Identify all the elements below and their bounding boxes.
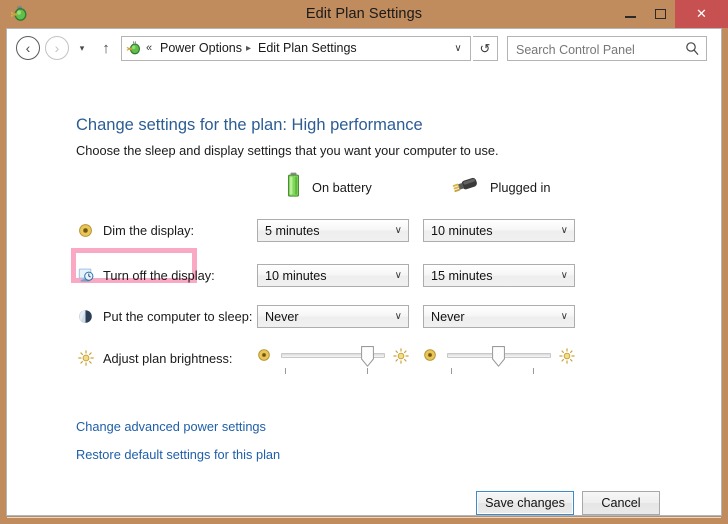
chevron-down-icon: ∨ [560,225,568,236]
row-text-adjust-plan-brightness: Adjust plan brightness: [103,351,233,366]
row-label-put-the-computer-to-sleep: Put the computer to sleep: [77,305,252,327]
chevron-down-icon: ∨ [560,311,568,322]
brightness-sun-icon [77,350,94,367]
sleep-moon-icon [77,308,94,325]
address-power-options-icon [126,40,143,57]
slider-brightness-on-battery[interactable] [257,342,409,376]
dropdown-value-sleep-on-battery: Never [265,309,299,324]
recent-locations-button[interactable]: ▾ [73,36,91,60]
content-area: Change settings for the plan: High perfo… [7,67,721,518]
dropdown-value-dim-display-on-battery: 5 minutes [265,223,320,238]
forward-button[interactable]: › [45,36,69,60]
chevron-down-icon: ∨ [560,270,568,281]
minimize-button[interactable] [615,0,645,28]
column-header-plugged-in: Plugged in [450,173,550,201]
slider-thumb-plugged-in[interactable] [492,346,505,367]
row-label-adjust-plan-brightness: Adjust plan brightness: [77,347,232,369]
page-title: Change settings for the plan: High perfo… [76,116,423,134]
dropdown-dim-display-plugged-in[interactable]: 10 minutes ∨ [423,219,575,242]
column-label-plugged-in: Plugged in [490,179,551,195]
maximize-button[interactable] [645,0,675,28]
column-label-on-battery: On battery [312,179,372,195]
link-restore-default-settings[interactable]: Restore default settings for this plan [76,447,280,462]
row-text-put-the-computer-to-sleep: Put the computer to sleep: [103,309,253,324]
column-header-on-battery: On battery [285,172,372,203]
back-arrow-icon: ‹ [25,39,31,56]
search-box[interactable] [507,36,707,62]
dim-display-icon [77,222,94,239]
row-label-turn-off-the-display: Turn off the display: [77,264,215,286]
dropdown-turn-off-display-on-battery[interactable]: 10 minutes ∨ [257,264,409,287]
monitor-clock-icon [77,267,94,284]
footer-separator [7,517,721,518]
battery-icon [285,172,302,203]
brightness-high-icon [559,348,575,364]
dropdown-dim-display-on-battery[interactable]: 5 minutes ∨ [257,219,409,242]
row-text-turn-off-the-display: Turn off the display: [103,268,215,283]
title-bar: Edit Plan Settings ✕ [0,0,728,28]
navigation-bar: ‹ › ▾ ↑ « Power Options ▸ Edit Plan Sett… [7,29,721,67]
chevron-down-icon: ∨ [394,270,402,281]
breadcrumb-separator-icon: ▸ [246,43,252,54]
client-area: ‹ › ▾ ↑ « Power Options ▸ Edit Plan Sett… [6,28,722,518]
page-subtitle: Choose the sleep and display settings th… [76,143,499,158]
dropdown-value-sleep-plugged-in: Never [431,309,465,324]
maximize-icon [645,0,675,28]
brightness-high-icon [393,348,409,364]
breadcrumb-power-options[interactable]: Power Options [160,37,242,60]
slider-tick [367,368,368,374]
breadcrumb-edit-plan-settings[interactable]: Edit Plan Settings [258,37,357,60]
slider-tick [285,368,286,374]
row-label-dim-the-display: Dim the display: [77,219,194,241]
dropdown-turn-off-display-plugged-in[interactable]: 15 minutes ∨ [423,264,575,287]
back-button[interactable]: ‹ [16,36,40,60]
search-icon [685,41,700,56]
refresh-button[interactable]: ↺ [473,36,498,61]
brightness-low-icon [423,348,439,364]
search-input[interactable] [514,37,683,62]
chevron-down-icon: ∨ [394,225,402,236]
dropdown-sleep-on-battery[interactable]: Never ∨ [257,305,409,328]
address-leading-chevrons: « [146,42,153,54]
slider-thumb-on-battery[interactable] [361,346,374,367]
address-bar[interactable]: « Power Options ▸ Edit Plan Settings ∨ [121,36,471,61]
forward-arrow-icon: › [54,39,60,56]
row-text-dim-the-display: Dim the display: [103,223,195,238]
edit-plan-settings-window: Edit Plan Settings ✕ ‹ › ▾ ↑ « Power Opt… [0,0,728,524]
close-icon: ✕ [696,6,707,21]
slider-tick [451,368,452,374]
chevron-down-icon: ∨ [394,311,402,322]
dropdown-value-dim-display-plugged-in: 10 minutes [431,223,493,238]
brightness-low-icon [257,348,273,364]
power-plug-icon [450,174,480,201]
slider-tick [533,368,534,374]
close-button[interactable]: ✕ [675,0,728,28]
up-one-level-button[interactable]: ↑ [96,36,116,60]
save-changes-button[interactable]: Save changes [476,491,574,515]
dropdown-value-turn-off-display-plugged-in: 15 minutes [431,268,493,283]
dropdown-sleep-plugged-in[interactable]: Never ∨ [423,305,575,328]
slider-brightness-plugged-in[interactable] [423,342,575,376]
link-change-advanced-power-settings[interactable]: Change advanced power settings [76,419,266,434]
dropdown-value-turn-off-display-on-battery: 10 minutes [265,268,327,283]
cancel-button[interactable]: Cancel [582,491,660,515]
minimize-icon [615,0,645,28]
address-dropdown-icon[interactable]: ∨ [447,37,469,60]
